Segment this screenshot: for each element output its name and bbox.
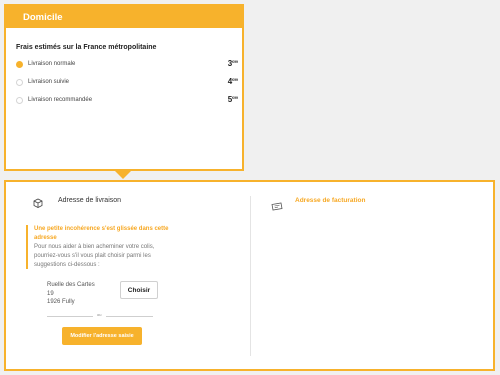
option-livraison-normale[interactable]: Livraison normale 3€99 [15, 59, 240, 73]
choose-address-button[interactable]: Choisir [120, 281, 158, 299]
or-divider-right [106, 316, 153, 317]
warning-title: Une petite incohérence s'est glissée dan… [34, 226, 169, 241]
domicile-subtitle: Frais estimés sur la France métropolitai… [16, 44, 157, 51]
option-price: 4€99 [227, 77, 238, 86]
shipping-address-title: Adresse de livraison [58, 197, 122, 204]
radio-empty-icon[interactable] [16, 97, 23, 104]
address-line: 19 [47, 290, 54, 297]
ticket-icon [271, 198, 283, 211]
option-label: Livraison suivie [28, 79, 70, 85]
or-separator: ou [97, 312, 102, 317]
modify-address-button[interactable]: Modifier l'adresse saisie [62, 327, 142, 345]
domicile-header: Domicile [6, 6, 242, 28]
radio-selected-icon[interactable] [16, 61, 23, 68]
card-pointer [115, 171, 131, 179]
address-panel: Adresse de livraison Adresse de facturat… [4, 180, 495, 371]
address-line: 1926 Fully [47, 299, 75, 305]
option-price: 3€99 [227, 59, 238, 68]
option-label: Livraison recommandée [28, 97, 93, 103]
radio-empty-icon[interactable] [16, 79, 23, 86]
suggested-address: Ruelle des Cartes 19 1926 Fully [47, 281, 95, 307]
option-livraison-suivie[interactable]: Livraison suivie 4€99 [15, 77, 240, 91]
option-label: Livraison normale [28, 61, 76, 67]
package-icon [33, 195, 45, 208]
address-line: Ruelle des Cartes [47, 282, 95, 288]
or-divider-left [47, 316, 93, 317]
domicile-card: Domicile Frais estimés sur la France mét… [4, 4, 244, 171]
address-warning: Une petite incohérence s'est glissée dan… [26, 225, 176, 269]
billing-address-title[interactable]: Adresse de facturation [295, 197, 365, 204]
column-divider [250, 196, 251, 356]
option-price: 5€99 [227, 95, 238, 104]
warning-text: Pour nous aider à bien acheminer votre c… [34, 244, 155, 268]
option-livraison-recommandee[interactable]: Livraison recommandée 5€99 [15, 95, 240, 109]
